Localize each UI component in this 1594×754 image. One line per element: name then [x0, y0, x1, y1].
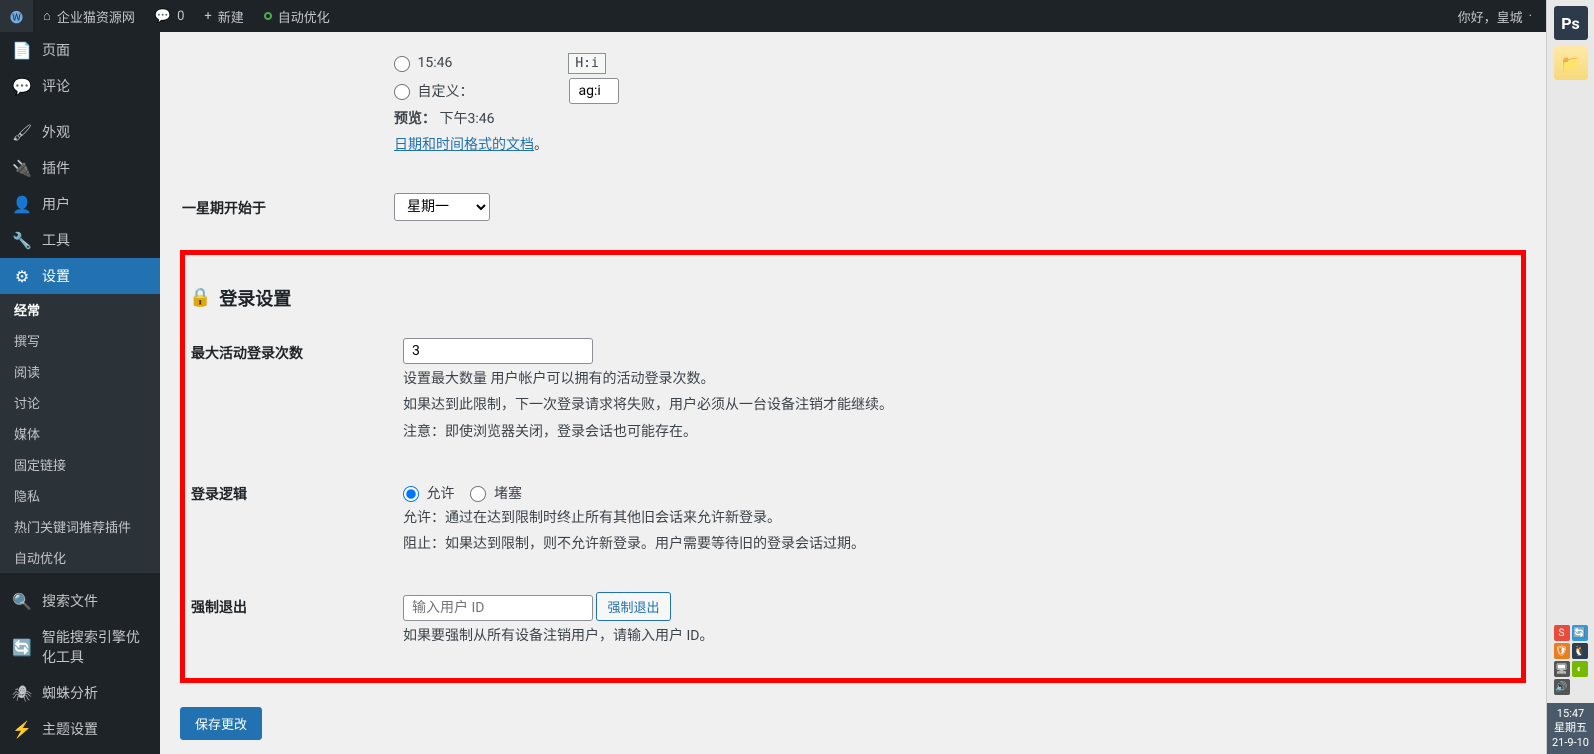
user-icon: 👤	[12, 194, 32, 214]
logic-block[interactable]: 堵塞	[470, 483, 521, 503]
preview-label: 预览：	[394, 111, 436, 127]
menu-tools[interactable]: 🔧工具	[0, 222, 160, 258]
week-start-select[interactable]: 星期一	[394, 193, 490, 221]
tray-security-icon[interactable]: 🛡	[1554, 643, 1570, 659]
admin-sidebar: 📄页面 💬评论 🖌外观 🔌插件 👤用户 🔧工具 ⚙设置 经常 撰写 阅读 讨论 …	[0, 32, 160, 754]
timefmt-option-hi[interactable]: 15:46	[394, 55, 452, 71]
force-logout-desc: 如果要强制从所有设备注销用户，请输入用户 ID。	[403, 625, 1505, 647]
menu-theme[interactable]: ⚡主题设置	[0, 711, 160, 747]
logic-allow[interactable]: 允许	[403, 483, 454, 503]
seo-icon: 🔄	[12, 637, 32, 657]
plug-icon: 🔌	[12, 158, 32, 178]
menu-pages[interactable]: 📄页面	[0, 32, 160, 68]
submenu-writing[interactable]: 撰写	[0, 325, 160, 356]
bolt-icon: ⚡	[12, 719, 32, 739]
save-button[interactable]: 保存更改	[180, 707, 262, 740]
submenu-keywords[interactable]: 热门关键词推荐插件	[0, 511, 160, 542]
menu-collapse[interactable]: ◀收起菜单	[0, 747, 160, 754]
submenu-media[interactable]: 媒体	[0, 418, 160, 449]
force-logout-label: 强制退出	[191, 577, 391, 666]
menu-plugins[interactable]: 🔌插件	[0, 150, 160, 186]
comments-link[interactable]: 💬0	[145, 0, 195, 32]
week-start-label: 一星期开始于	[182, 178, 382, 238]
tray-monitor-icon[interactable]: 🖥	[1554, 661, 1570, 677]
folder-icon[interactable]: 📁	[1554, 46, 1588, 80]
site-home[interactable]: ⌂ 企业猫资源网	[33, 0, 145, 32]
spider-icon: 🕷	[12, 683, 32, 703]
circle-icon	[264, 12, 272, 20]
timefmt-radio-custom[interactable]	[394, 84, 410, 100]
photoshop-icon[interactable]: Ps	[1554, 6, 1588, 40]
logic-allow-radio[interactable]	[403, 486, 419, 502]
menu-spider[interactable]: 🕷蜘蛛分析	[0, 675, 160, 711]
tray-sogou-icon[interactable]: S	[1554, 625, 1570, 641]
datetime-doc-link[interactable]: 日期和时间格式的文档	[394, 137, 534, 153]
menu-users[interactable]: 👤用户	[0, 186, 160, 222]
lock-icon: 🔒	[189, 287, 211, 308]
submenu-general[interactable]: 经常	[0, 294, 160, 325]
timefmt-radio-hi[interactable]	[394, 56, 410, 72]
plus-icon: +	[204, 9, 211, 24]
submenu-discussion[interactable]: 讨论	[0, 387, 160, 418]
max-login-label: 最大活动登录次数	[191, 323, 391, 462]
tray-small-icons: S 🔄 🛡 🐧 🖥 ◐ 🔊	[1552, 623, 1590, 697]
tray-volume-icon[interactable]: 🔊	[1554, 679, 1570, 695]
auto-optimize[interactable]: 自动优化	[254, 0, 340, 32]
login-settings-highlight: 🔒 登录设置 最大活动登录次数 设置最大数量 用户帐户可以拥有的活动登录次数。 …	[180, 250, 1526, 683]
submenu-autooptimize[interactable]: 自动优化	[0, 542, 160, 573]
force-logout-input[interactable]	[403, 595, 593, 621]
wordpress-icon: 🅦	[10, 7, 23, 26]
submenu-permalinks[interactable]: 固定链接	[0, 449, 160, 480]
settings-submenu: 经常 撰写 阅读 讨论 媒体 固定链接 隐私 热门关键词推荐插件 自动优化	[0, 294, 160, 573]
search-icon: 🔍	[12, 591, 32, 611]
force-logout-button[interactable]: 强制退出	[596, 592, 670, 621]
brush-icon: 🖌	[12, 122, 32, 142]
comment-icon: 💬	[155, 9, 171, 24]
wp-logo[interactable]: 🅦	[0, 0, 33, 32]
tray-qq-icon[interactable]: 🐧	[1572, 643, 1588, 659]
timefmt-code-hi: H:i	[568, 53, 605, 74]
preview-value: 下午3:46	[439, 111, 494, 127]
max-login-desc1: 设置最大数量 用户帐户可以拥有的活动登录次数。	[403, 368, 1505, 390]
logic-block-radio[interactable]	[470, 486, 486, 502]
menu-seo[interactable]: 🔄智能搜索引擎优化工具	[0, 619, 160, 675]
login-logic-label: 登录逻辑	[191, 464, 391, 575]
comment-icon: 💬	[12, 76, 32, 96]
menu-search-files[interactable]: 🔍搜索文件	[0, 583, 160, 619]
site-name: 企业猫资源网	[57, 7, 135, 26]
max-login-desc2: 如果达到此限制，下一次登录请求将失败，用户必须从一台设备注销才能继续。	[403, 394, 1505, 416]
page-icon: 📄	[12, 40, 32, 60]
menu-settings[interactable]: ⚙设置	[0, 258, 160, 294]
home-icon: ⌂	[43, 8, 51, 24]
system-tray: Ps 📁 S 🔄 🛡 🐧 🖥 ◐ 🔊 15:47 星期五 21-9-10	[1546, 0, 1594, 754]
login-settings-heading: 🔒 登录设置	[189, 285, 1517, 311]
max-login-desc3: 注意：即使浏览器关闭，登录会话也可能存在。	[403, 421, 1505, 443]
sliders-icon: ⚙	[12, 266, 32, 286]
admin-bar: 🅦 ⌂ 企业猫资源网 💬0 +新建 自动优化 你好，皇城 ·	[0, 0, 1546, 32]
max-login-input[interactable]	[403, 338, 593, 364]
main-content: 15:46 H:i 自定义： 预览： 下午3:46 日期和时间格式的文档。 一星…	[160, 32, 1546, 754]
system-clock[interactable]: 15:47 星期五 21-9-10	[1547, 703, 1594, 754]
timefmt-option-custom[interactable]: 自定义：	[394, 81, 473, 101]
submenu-reading[interactable]: 阅读	[0, 356, 160, 387]
menu-comments[interactable]: 💬评论	[0, 68, 160, 104]
tray-nvidia-icon[interactable]: ◐	[1572, 661, 1588, 677]
tray-sync-icon[interactable]: 🔄	[1572, 625, 1588, 641]
submenu-privacy[interactable]: 隐私	[0, 480, 160, 511]
wrench-icon: 🔧	[12, 230, 32, 250]
user-greeting[interactable]: 你好，皇城 ·	[1444, 0, 1546, 32]
menu-appearance[interactable]: 🖌外观	[0, 114, 160, 150]
new-content[interactable]: +新建	[194, 0, 253, 32]
logic-desc2: 阻止：如果达到限制，则不允许新登录。用户需要等待旧的登录会话过期。	[403, 533, 1505, 555]
logic-desc1: 允许：通过在达到限制时终止所有其他旧会话来允许新登录。	[403, 507, 1505, 529]
timefmt-custom-input[interactable]	[569, 78, 619, 104]
